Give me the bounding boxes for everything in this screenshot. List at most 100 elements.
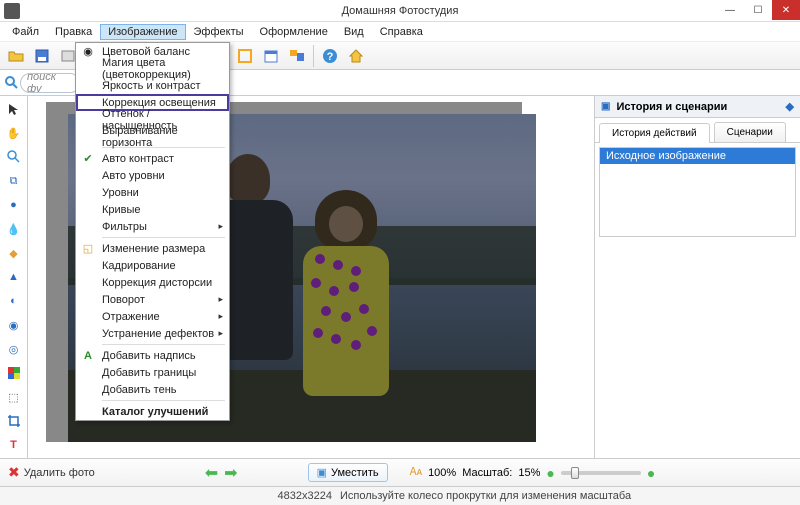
clone-icon[interactable]: ◉	[5, 316, 23, 334]
menu-view[interactable]: Вид	[336, 24, 372, 40]
fit-button[interactable]: ▣ Уместить	[308, 463, 388, 482]
menu-crop[interactable]: Кадрирование	[76, 257, 229, 274]
menu-add-text[interactable]: AДобавить надпись	[76, 347, 229, 364]
frame-icon[interactable]	[233, 44, 257, 68]
status-dimensions: 4832x3224	[0, 490, 340, 502]
menu-resize[interactable]: ◱Изменение размера	[76, 240, 229, 257]
resize-icon: ◱	[81, 242, 95, 256]
tab-scenarios[interactable]: Сценарии	[714, 122, 786, 142]
image-menu-dropdown: ◉Цветовой баланс Магия цвета (цветокорре…	[75, 42, 230, 421]
menu-separator	[102, 237, 225, 238]
brush-icon[interactable]: ●	[5, 196, 23, 214]
menu-separator	[102, 344, 225, 345]
search-input[interactable]: поиск фу	[20, 73, 80, 93]
panel-icon: ▣	[601, 101, 610, 112]
zoom-controls: 🗛 100% Масштаб: 15% ● ●	[410, 465, 656, 481]
delete-photo-button[interactable]: ✖ Удалить фото	[8, 464, 95, 481]
zoom-in-icon[interactable]: ●	[647, 465, 655, 481]
stamp-icon[interactable]: ⬚	[5, 388, 23, 406]
menu-defects[interactable]: Устранение дефектов	[76, 325, 229, 342]
zoom-tool-icon[interactable]	[5, 148, 23, 166]
title-bar: Домашняя Фотостудия — ☐ ✕	[0, 0, 800, 22]
menu-rotate[interactable]: Поворот	[76, 291, 229, 308]
panel-tabs: История действий Сценарии	[595, 118, 800, 143]
menu-distortion[interactable]: Коррекция дисторсии	[76, 274, 229, 291]
redeye-icon[interactable]: ◎	[5, 340, 23, 358]
fit-icon: ▣	[317, 466, 327, 479]
menu-levels[interactable]: Уровни	[76, 184, 229, 201]
text-tool-icon[interactable]: T	[5, 436, 23, 454]
zoom-out-icon[interactable]: ●	[546, 465, 554, 481]
hand-tool-icon[interactable]: ✋	[5, 124, 23, 142]
menu-add-border[interactable]: Добавить границы	[76, 364, 229, 381]
nav-arrows: ⬅ ➡	[205, 463, 238, 483]
next-arrow-icon[interactable]: ➡	[224, 463, 237, 483]
help-icon[interactable]: ?	[318, 44, 342, 68]
tab-history[interactable]: История действий	[599, 123, 710, 143]
zoom-slider[interactable]	[561, 471, 641, 475]
scale-label: Масштаб:	[462, 467, 512, 479]
search-icon[interactable]	[4, 75, 20, 91]
color-icon[interactable]	[5, 364, 23, 382]
menu-auto-contrast[interactable]: ✔Авто контраст	[76, 150, 229, 167]
blur-icon[interactable]: ◆	[5, 244, 23, 262]
zoom-100-label: 100%	[428, 467, 456, 479]
menu-color-magic[interactable]: Магия цвета (цветокоррекция)	[76, 60, 229, 77]
history-list: Исходное изображение	[599, 147, 796, 237]
menu-decor[interactable]: Оформление	[252, 24, 336, 40]
status-hint: Используйте колесо прокрутки для изменен…	[340, 490, 800, 502]
crop-icon[interactable]	[5, 412, 23, 430]
collage-icon[interactable]	[285, 44, 309, 68]
home-icon[interactable]	[344, 44, 368, 68]
delete-icon: ✖	[8, 464, 20, 481]
menu-auto-levels[interactable]: Авто уровни	[76, 167, 229, 184]
menu-catalog[interactable]: Каталог улучшений	[76, 403, 229, 420]
slider-thumb[interactable]	[571, 467, 579, 479]
menu-horizon[interactable]: Выравнивание горизонта	[76, 128, 229, 145]
menu-filters[interactable]: Фильтры	[76, 218, 229, 235]
check-icon: ✔	[81, 152, 95, 166]
gradient-icon[interactable]: ◐	[5, 292, 23, 310]
right-panel: ▣ История и сценарии ◆ История действий …	[594, 96, 800, 458]
menu-file[interactable]: Файл	[4, 24, 47, 40]
save-icon[interactable]	[30, 44, 54, 68]
menu-effects[interactable]: Эффекты	[186, 24, 252, 40]
window-buttons: — ☐ ✕	[716, 0, 800, 20]
menu-add-shadow[interactable]: Добавить тень	[76, 381, 229, 398]
minimize-button[interactable]: —	[716, 0, 744, 20]
menu-separator	[102, 400, 225, 401]
eyedropper-icon[interactable]: ⧉	[5, 172, 23, 190]
window-title: Домашняя Фотостудия	[342, 5, 459, 17]
prev-arrow-icon[interactable]: ⬅	[205, 463, 218, 483]
open-icon[interactable]	[4, 44, 28, 68]
fit-label: Уместить	[331, 467, 379, 479]
menu-curves[interactable]: Кривые	[76, 201, 229, 218]
scale-value: 15%	[518, 467, 540, 479]
menu-edit[interactable]: Правка	[47, 24, 100, 40]
zoom-100-icon[interactable]: 🗛	[410, 466, 422, 479]
menu-brightness[interactable]: Яркость и контраст	[76, 77, 229, 94]
menu-image[interactable]: Изображение	[100, 24, 185, 40]
delete-label: Удалить фото	[24, 467, 95, 479]
history-item[interactable]: Исходное изображение	[600, 148, 795, 164]
calendar-icon[interactable]	[259, 44, 283, 68]
menu-reflect[interactable]: Отражение	[76, 308, 229, 325]
close-button[interactable]: ✕	[772, 0, 800, 20]
status-bar: 4832x3224 Используйте колесо прокрутки д…	[0, 486, 800, 505]
pin-icon[interactable]: ◆	[786, 100, 794, 113]
droplet-icon[interactable]: 💧	[5, 220, 23, 238]
text-a-icon: A	[81, 349, 95, 363]
bottom-toolbar: ✖ Удалить фото ⬅ ➡ ▣ Уместить 🗛 100% Мас…	[0, 458, 800, 486]
search-placeholder: поиск фу	[27, 73, 73, 93]
menu-bar: Файл Правка Изображение Эффекты Оформлен…	[0, 22, 800, 42]
menu-help[interactable]: Справка	[372, 24, 431, 40]
circles-icon: ◉	[81, 45, 95, 59]
pointer-tool-icon[interactable]	[5, 100, 23, 118]
sharpen-icon[interactable]: ▲	[5, 268, 23, 286]
maximize-button[interactable]: ☐	[744, 0, 772, 20]
panel-title: История и сценарии	[616, 101, 727, 113]
side-toolbar: ✋ ⧉ ● 💧 ◆ ▲ ◐ ◉ ◎ ⬚ T	[0, 96, 28, 458]
panel-header: ▣ История и сценарии ◆	[595, 96, 800, 118]
app-icon	[4, 3, 20, 19]
svg-text:?: ?	[327, 51, 334, 63]
